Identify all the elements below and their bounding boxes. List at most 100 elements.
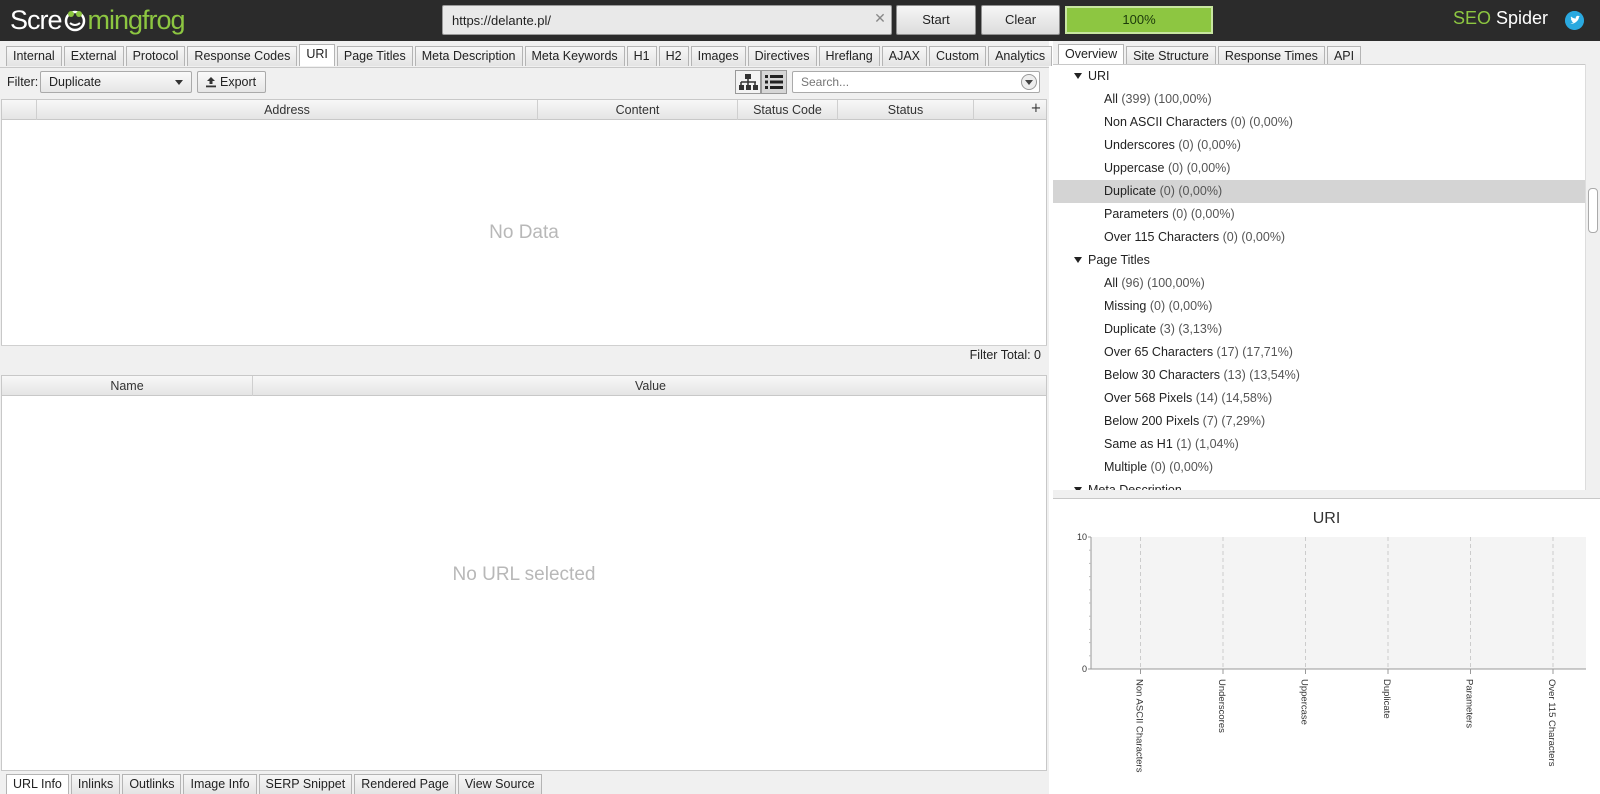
chart-plot-area bbox=[1091, 537, 1586, 669]
tree-section-page-titles[interactable]: Page Titles bbox=[1053, 249, 1585, 272]
tree-item-page-titles-over-568-pixels[interactable]: Over 568 Pixels (14) (14,58%) bbox=[1053, 387, 1585, 410]
column-header-value[interactable]: Value bbox=[253, 376, 1048, 396]
export-label: Export bbox=[220, 75, 257, 89]
twitter-icon[interactable] bbox=[1565, 11, 1584, 30]
column-header-content[interactable]: Content bbox=[538, 100, 738, 120]
collapse-triangle-icon[interactable] bbox=[1074, 73, 1082, 79]
results-table-header: Address Content Status Code Status + bbox=[2, 100, 1046, 120]
list-view-button[interactable] bbox=[761, 70, 787, 94]
detail-tab-view-source[interactable]: View Source bbox=[457, 774, 542, 794]
filter-dropdown[interactable]: Duplicate bbox=[40, 71, 192, 93]
tree-item-label: Uppercase bbox=[1104, 161, 1168, 175]
uri-bar-chart: URI 0 10 Non ASCII Characters Underscores Upp… bbox=[1077, 510, 1586, 773]
tree-item-page-titles-below-200-pixels[interactable]: Below 200 Pixels (7) (7,29%) bbox=[1053, 410, 1585, 433]
detail-tab-rendered-page[interactable]: Rendered Page bbox=[354, 774, 456, 794]
column-header-status[interactable]: Status bbox=[838, 100, 974, 120]
detail-tab-url-info[interactable]: URL Info bbox=[6, 774, 69, 794]
overview-tab-response-times[interactable]: Response Times bbox=[1217, 46, 1325, 66]
overview-tab-site-structure[interactable]: Site Structure bbox=[1126, 46, 1216, 66]
tab-response-codes[interactable]: Response Codes bbox=[187, 46, 298, 66]
clear-button[interactable]: Clear bbox=[981, 5, 1060, 35]
tree-item-page-titles-multiple[interactable]: Multiple (0) (0,00%) bbox=[1053, 456, 1585, 479]
tab-directives[interactable]: Directives bbox=[747, 46, 817, 66]
export-icon bbox=[206, 77, 216, 88]
y-tick-label: 0 bbox=[1082, 664, 1087, 674]
url-detail-table: Name Value No URL selected bbox=[1, 375, 1047, 771]
tree-item-count: (0) (0,00%) bbox=[1159, 184, 1223, 198]
tree-view-button[interactable] bbox=[735, 70, 761, 94]
tree-item-label: Non ASCII Characters bbox=[1104, 115, 1231, 129]
tree-item-page-titles-over-65-characters[interactable]: Over 65 Characters (17) (17,71%) bbox=[1053, 341, 1585, 364]
tab-images[interactable]: Images bbox=[690, 46, 746, 66]
tab-ajax[interactable]: AJAX bbox=[881, 46, 928, 66]
tree-item-uri-parameters[interactable]: Parameters (0) (0,00%) bbox=[1053, 203, 1585, 226]
tab-hreflang[interactable]: Hreflang bbox=[818, 46, 880, 66]
tab-internal[interactable]: Internal bbox=[6, 46, 62, 66]
tree-item-uri-underscores[interactable]: Underscores (0) (0,00%) bbox=[1053, 134, 1585, 157]
tab-meta-keywords[interactable]: Meta Keywords bbox=[524, 46, 625, 66]
tree-item-uri-uppercase[interactable]: Uppercase (0) (0,00%) bbox=[1053, 157, 1585, 180]
row-number-column[interactable] bbox=[2, 100, 37, 120]
search-input[interactable] bbox=[793, 72, 1013, 92]
overview-tab-api[interactable]: API bbox=[1326, 46, 1362, 66]
filter-toolbar: Filter: Duplicate Export bbox=[0, 67, 1049, 97]
overview-tree-scrollbar[interactable] bbox=[1585, 64, 1600, 490]
detail-tab-serp-snippet[interactable]: SERP Snippet bbox=[258, 774, 353, 794]
tree-item-label: Missing bbox=[1104, 299, 1150, 313]
tab-external[interactable]: External bbox=[63, 46, 124, 66]
top-bar: Scre mingfrog ✕ Start Clear 100% SEO Spi… bbox=[0, 0, 1600, 41]
tree-item-page-titles-missing[interactable]: Missing (0) (0,00%) bbox=[1053, 295, 1585, 318]
tree-item-uri-all[interactable]: All (399) (100,00%) bbox=[1053, 88, 1585, 111]
tree-item-uri-duplicate[interactable]: Duplicate (0) (0,00%) bbox=[1053, 180, 1585, 203]
x-tick-label: Parameters bbox=[1464, 679, 1475, 728]
start-button[interactable]: Start bbox=[896, 5, 976, 35]
detail-tabs: URL Info Inlinks Outlinks Image Info SERP Sn… bbox=[6, 774, 544, 794]
tab-meta-description[interactable]: Meta Description bbox=[414, 46, 523, 66]
scrollbar-thumb[interactable] bbox=[1588, 188, 1598, 233]
export-button[interactable]: Export bbox=[197, 71, 266, 93]
tree-section-meta-description[interactable]: Meta Description bbox=[1053, 479, 1585, 490]
tab-custom[interactable]: Custom bbox=[929, 46, 987, 66]
screaming-frog-logo: Scre mingfrog bbox=[10, 2, 186, 38]
detail-tab-image-info[interactable]: Image Info bbox=[183, 774, 257, 794]
tree-item-page-titles-below-30-characters[interactable]: Below 30 Characters (13) (13,54%) bbox=[1053, 364, 1585, 387]
no-url-selected-message: No URL selected bbox=[452, 564, 596, 585]
add-column-icon[interactable]: + bbox=[1029, 102, 1043, 116]
clear-url-icon[interactable]: ✕ bbox=[873, 12, 887, 26]
tab-h2[interactable]: H2 bbox=[658, 46, 689, 66]
collapse-triangle-icon[interactable] bbox=[1074, 487, 1082, 490]
tree-item-label: Over 115 Characters bbox=[1104, 230, 1223, 244]
tree-item-count: (14) (14,58%) bbox=[1195, 391, 1273, 405]
tree-item-page-titles-duplicate[interactable]: Duplicate (3) (3,13%) bbox=[1053, 318, 1585, 341]
tab-analytics[interactable]: Analytics bbox=[988, 46, 1053, 66]
detail-tab-outlinks[interactable]: Outlinks bbox=[122, 774, 182, 794]
tree-item-count: (0) (0,00%) bbox=[1230, 115, 1293, 129]
tree-item-label: Underscores bbox=[1104, 138, 1179, 152]
url-input[interactable] bbox=[443, 6, 863, 34]
column-header-name[interactable]: Name bbox=[2, 376, 253, 396]
no-data-message: No Data bbox=[489, 222, 559, 243]
collapse-triangle-icon[interactable] bbox=[1074, 257, 1082, 263]
tree-item-label: Below 200 Pixels bbox=[1104, 414, 1203, 428]
column-header-address[interactable]: Address bbox=[37, 100, 538, 120]
brand-spider: Spider bbox=[1490, 8, 1548, 28]
tree-item-uri-non-ascii-characters[interactable]: Non ASCII Characters (0) (0,00%) bbox=[1053, 111, 1585, 134]
tree-view-icon bbox=[739, 74, 758, 90]
column-header-status-code[interactable]: Status Code bbox=[738, 100, 838, 120]
tree-item-count: (96) (100,00%) bbox=[1121, 276, 1205, 290]
tree-item-label: Same as H1 bbox=[1104, 437, 1177, 451]
tree-section-uri[interactable]: URI bbox=[1053, 65, 1585, 88]
detail-tab-inlinks[interactable]: Inlinks bbox=[70, 774, 121, 794]
results-pane: Internal External Protocol Response Codes UR… bbox=[0, 41, 1079, 794]
tab-uri[interactable]: URI bbox=[299, 44, 335, 66]
tab-protocol[interactable]: Protocol bbox=[125, 46, 186, 66]
overview-tab-overview[interactable]: Overview bbox=[1058, 44, 1125, 66]
logo-text-start: Scre bbox=[10, 4, 63, 35]
tree-item-page-titles-all[interactable]: All (96) (100,00%) bbox=[1053, 272, 1585, 295]
tab-h1[interactable]: H1 bbox=[626, 46, 657, 66]
tree-item-label: Parameters bbox=[1104, 207, 1173, 221]
tree-item-page-titles-same-as-h1[interactable]: Same as H1 (1) (1,04%) bbox=[1053, 433, 1585, 456]
tree-item-uri-over-115-characters[interactable]: Over 115 Characters (0) (0,00%) bbox=[1053, 226, 1585, 249]
tab-page-titles[interactable]: Page Titles bbox=[336, 46, 413, 66]
search-dropdown-icon[interactable] bbox=[1021, 74, 1037, 90]
